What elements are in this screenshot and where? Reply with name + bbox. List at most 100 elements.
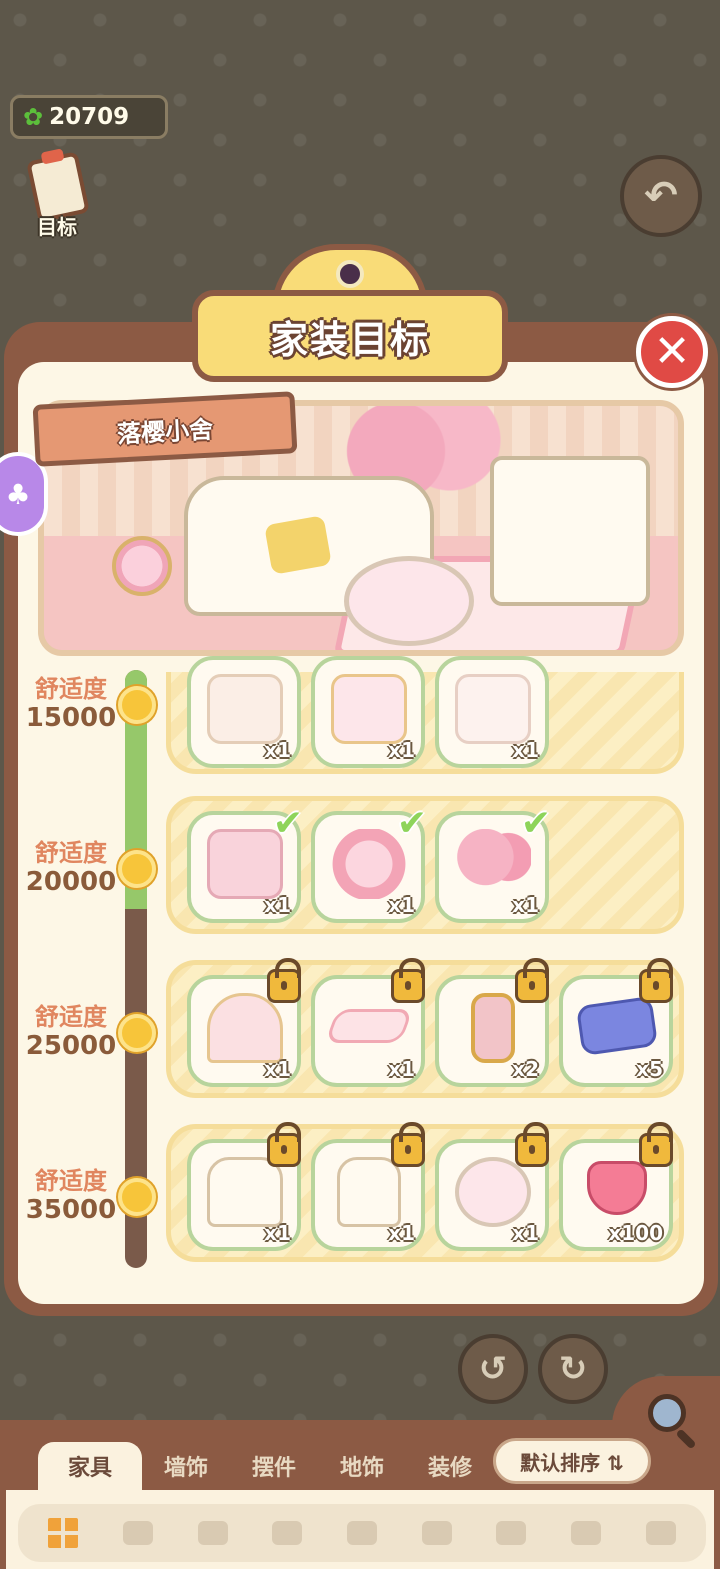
reward-item[interactable]: x1 — [187, 656, 301, 768]
tier-name: 舒适度 — [35, 1003, 107, 1031]
item-quantity: x1 — [388, 1221, 415, 1245]
tab-floor-decor[interactable]: 地饰 — [318, 1442, 406, 1490]
lock-icon — [391, 1122, 425, 1167]
rotate-right-icon: ↻ — [558, 1349, 588, 1389]
tab-ornaments[interactable]: 摆件 — [230, 1442, 318, 1490]
tier-value: 20000 — [25, 866, 117, 897]
sakura-dresser-icon — [207, 829, 283, 899]
reward-item[interactable]: ✔ x1 — [435, 803, 551, 923]
check-icon: ✔ — [272, 803, 303, 844]
tab-wall-decor[interactable]: 墙饰 — [142, 1442, 230, 1490]
item-quantity: x1 — [512, 738, 539, 762]
tier-node — [118, 1178, 156, 1216]
item-quantity: x1 — [388, 1057, 415, 1081]
check-icon: ✔ — [396, 803, 427, 844]
sakura-rug-icon — [324, 1009, 414, 1043]
reward-item[interactable]: x1 — [187, 958, 301, 1087]
close-icon: ✕ — [653, 326, 691, 377]
reward-item[interactable]: x1 — [311, 958, 425, 1087]
tier-row: x1 x1 x2 x5 — [166, 958, 684, 1098]
tab-furniture[interactable]: 家具 — [38, 1442, 142, 1490]
close-button[interactable]: ✕ — [636, 316, 708, 388]
inventory-tabs: 家具 墙饰 摆件 地饰 装修 — [38, 1442, 494, 1490]
preview-cabinet — [490, 456, 650, 606]
category-stove-icon[interactable] — [489, 1511, 533, 1555]
room-name: 落樱小舍 — [116, 415, 214, 448]
item-quantity: x1 — [388, 893, 415, 917]
tier-name: 舒适度 — [35, 839, 107, 867]
lock-icon — [267, 958, 301, 1003]
sakura-screen-icon — [331, 674, 407, 744]
lock-icon — [639, 1122, 673, 1167]
category-toilet-icon[interactable] — [564, 1511, 608, 1555]
preview-table — [344, 556, 474, 646]
tier-value: 15000 — [25, 702, 117, 733]
reward-item[interactable]: x1 — [187, 1122, 301, 1251]
tab-renovation[interactable]: 装修 — [406, 1442, 494, 1490]
reward-item[interactable]: x5 — [559, 958, 673, 1087]
preview-lamp — [112, 536, 172, 596]
tier-node — [118, 686, 156, 724]
undo-icon: ↶ — [644, 173, 678, 219]
plaque-hole — [336, 260, 364, 288]
sort-button[interactable]: 默认排序 ⇅ — [493, 1438, 651, 1484]
item-quantity: x5 — [636, 1057, 663, 1081]
category-sofa-icon[interactable] — [116, 1511, 160, 1555]
category-chair-icon[interactable] — [191, 1511, 235, 1555]
category-all-icon[interactable] — [41, 1511, 85, 1555]
tier-label: 舒适度 25000 — [18, 1003, 124, 1061]
category-cabinet-icon[interactable] — [340, 1511, 384, 1555]
item-quantity: x2 — [512, 1057, 539, 1081]
undo-button[interactable]: ↶ — [620, 155, 702, 237]
reward-item[interactable]: x1 — [311, 1122, 425, 1251]
tier-node — [118, 1014, 156, 1052]
lock-icon — [391, 958, 425, 1003]
tier-value: 35000 — [25, 1194, 117, 1225]
heart-gem-icon — [587, 1161, 647, 1215]
reward-item[interactable]: x2 — [435, 958, 549, 1087]
tier-row: ✔ x1 ✔ x1 ✔ x1 — [166, 796, 684, 934]
currency-amount: 20709 — [49, 104, 130, 130]
category-lamp-icon[interactable] — [639, 1511, 683, 1555]
tier-row: x1 x1 x1 — [166, 656, 684, 774]
item-quantity: x1 — [512, 1221, 539, 1245]
dialog-title: 家装目标 — [269, 317, 430, 362]
goal-button[interactable]: 目标 — [20, 150, 94, 242]
reward-item[interactable]: ✔ x1 — [311, 803, 427, 923]
currency-display: ✿ 20709 — [10, 95, 168, 139]
lock-icon — [515, 958, 549, 1003]
lock-icon — [267, 1122, 301, 1167]
cabinet-icon — [207, 674, 283, 744]
sakura-window-icon — [207, 993, 283, 1063]
item-quantity: x1 — [264, 1221, 291, 1245]
item-quantity: x100 — [608, 1221, 663, 1245]
tier-row: x1 x1 x1 x100 — [166, 1122, 684, 1262]
rotate-left-icon: ↺ — [478, 1349, 508, 1389]
rotate-right-button[interactable]: ↻ — [538, 1334, 608, 1404]
clover-icon: ✿ — [23, 103, 44, 131]
tier-label: 舒适度 15000 — [18, 675, 124, 733]
category-strip — [18, 1504, 706, 1562]
plaque-board: 家装目标 — [192, 290, 508, 382]
tier-name: 舒适度 — [35, 675, 107, 703]
tier-label: 舒适度 20000 — [18, 839, 124, 897]
category-table-icon[interactable] — [265, 1511, 309, 1555]
check-icon: ✔ — [520, 803, 551, 844]
sakura-lamp-icon — [331, 829, 407, 899]
search-icon-handle — [675, 1428, 697, 1450]
tier-value: 25000 — [25, 1030, 117, 1061]
sakura-table-icon — [455, 1157, 531, 1227]
rotate-left-button[interactable]: ↺ — [458, 1334, 528, 1404]
lock-icon — [515, 1122, 549, 1167]
reward-item[interactable]: x100 — [559, 1122, 673, 1251]
tier-label: 舒适度 35000 — [18, 1167, 124, 1225]
reward-item[interactable]: x1 — [435, 656, 549, 768]
tier-name: 舒适度 — [35, 1167, 107, 1195]
reward-item[interactable]: x1 — [311, 656, 425, 768]
sakura-armchair-icon — [337, 1157, 401, 1227]
reward-item[interactable]: x1 — [435, 1122, 549, 1251]
reward-item[interactable]: ✔ x1 — [187, 803, 303, 923]
category-bed-icon[interactable] — [415, 1511, 459, 1555]
sakura-sofa-icon — [207, 1157, 283, 1227]
item-quantity: x1 — [388, 738, 415, 762]
